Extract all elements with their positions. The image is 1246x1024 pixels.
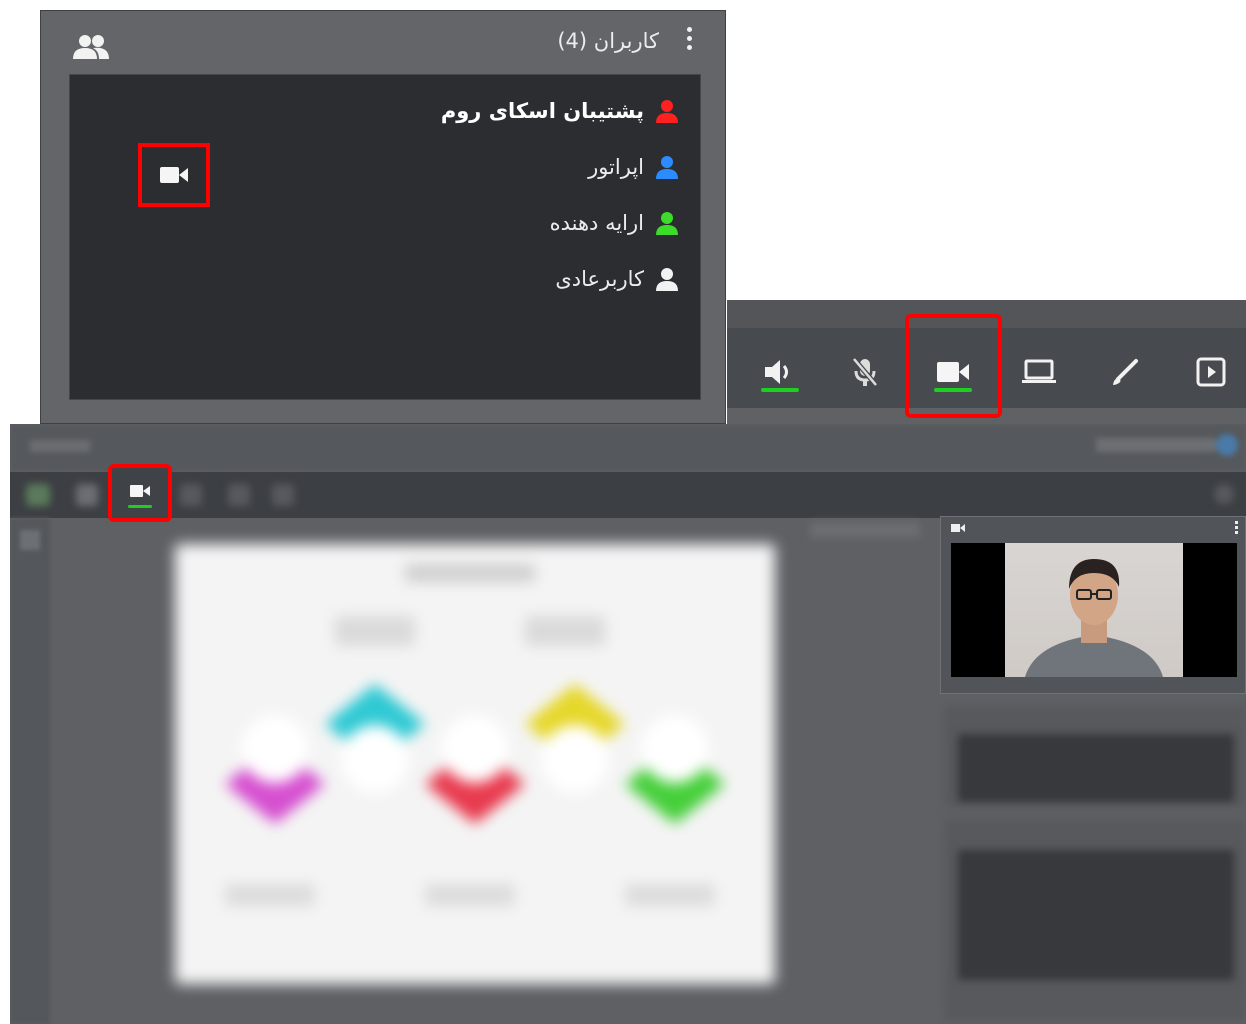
video-camera-icon <box>130 485 150 497</box>
camera-active-indicator <box>128 505 152 508</box>
camera-active-indicator <box>934 388 972 392</box>
screen-share-button[interactable] <box>1017 350 1061 394</box>
webcam-video <box>951 543 1237 677</box>
media-toolbar <box>727 300 1246 424</box>
user-icon <box>656 100 678 123</box>
users-list: پشتیبان اسکای روم اپراتور ارایه دهنده کا… <box>69 74 701 400</box>
user-name: پشتیبان اسکای روم <box>440 99 644 123</box>
user-icon <box>656 212 678 235</box>
more-vertical-icon[interactable] <box>1235 521 1239 536</box>
webcam-feed-person <box>1005 543 1183 677</box>
user-row-presenter[interactable]: ارایه دهنده <box>550 207 680 239</box>
user-row-regular[interactable]: کاربرعادی <box>555 263 680 295</box>
blurred-chat-list <box>958 734 1234 802</box>
laptop-icon <box>1022 359 1056 383</box>
user-row-support[interactable]: پشتیبان اسکای روم <box>441 95 680 127</box>
user-row-operator[interactable]: اپراتور <box>588 151 680 183</box>
webcam-tile[interactable] <box>940 516 1246 694</box>
presentation-slide <box>175 544 775 984</box>
video-camera-icon[interactable] <box>159 165 189 185</box>
user-icon <box>656 156 678 179</box>
blurred-label <box>810 522 920 538</box>
user-icon <box>656 268 678 291</box>
user-name: کاربرعادی <box>555 267 644 291</box>
speaker-icon <box>765 360 788 384</box>
speaker-active-indicator <box>761 388 799 392</box>
microphone-button[interactable] <box>843 350 887 394</box>
classroom-window <box>10 424 1246 1024</box>
app-sidebar <box>10 518 50 1024</box>
app-top-bar <box>10 424 1246 472</box>
presentation-icon <box>1196 357 1226 387</box>
blurred-side-list <box>958 850 1234 980</box>
users-panel-header: کاربران (4) <box>41 11 725 75</box>
presentation-button[interactable] <box>1189 350 1233 394</box>
brush-icon <box>1113 359 1138 385</box>
user-name: ارایه دهنده <box>549 211 644 235</box>
camera-status-highlight <box>138 143 210 207</box>
group-icon <box>73 35 109 59</box>
users-panel-title: کاربران (4) <box>557 29 659 53</box>
video-camera-icon <box>937 362 969 382</box>
more-vertical-icon[interactable] <box>683 27 695 57</box>
app-toolbar <box>10 472 1246 518</box>
user-name: اپراتور <box>588 155 644 179</box>
mic-off-icon <box>852 357 878 387</box>
users-panel: کاربران (4) پشتیبان اسکای روم اپراتور ار… <box>40 10 726 424</box>
camera-button-highlight[interactable] <box>108 464 172 522</box>
whiteboard-button[interactable] <box>1103 350 1147 394</box>
video-camera-icon <box>951 524 965 532</box>
